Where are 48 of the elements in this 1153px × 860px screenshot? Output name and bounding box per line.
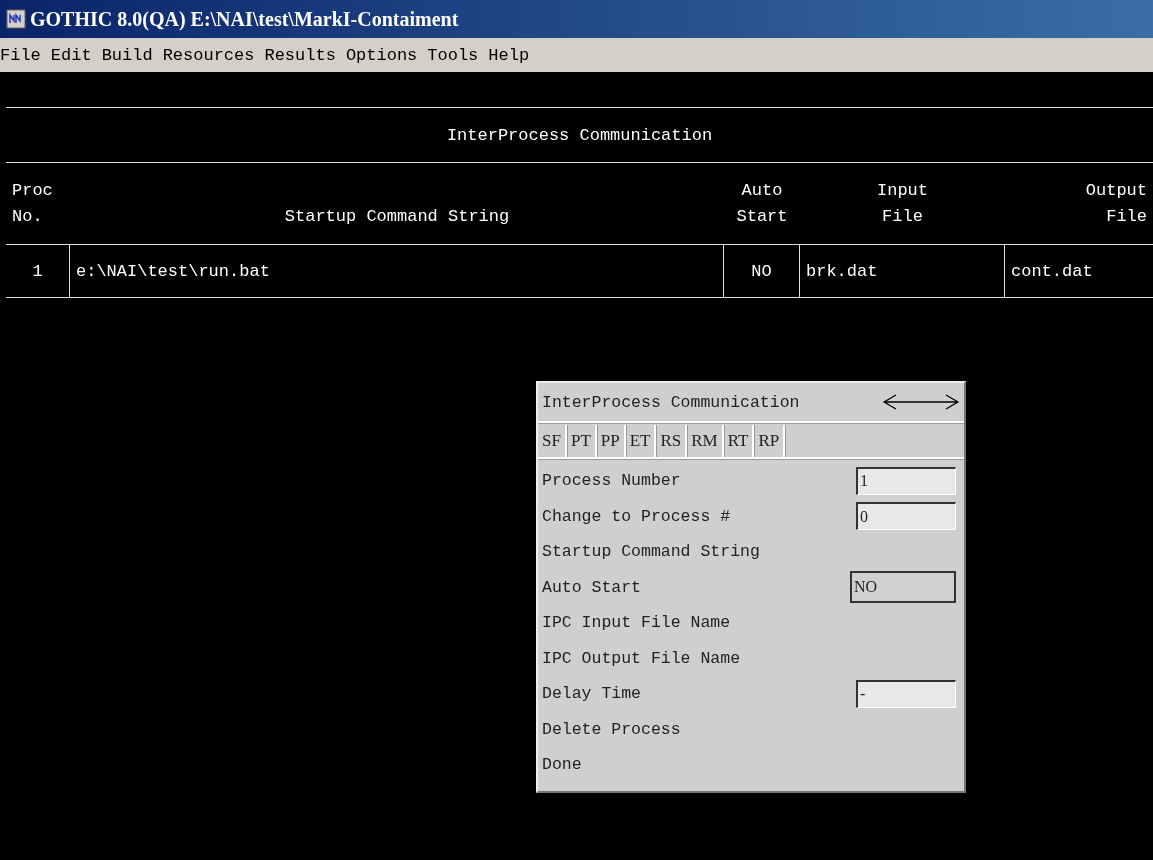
tab[interactable]: SF [538,425,567,457]
menu-item[interactable]: Edit [50,45,92,65]
tab[interactable]: RT [723,425,755,457]
dialog-title: InterProcess Communication [542,392,801,412]
table-cell: NO [751,261,772,281]
column-header: Auto [741,180,783,202]
tab[interactable]: RM [687,425,724,457]
menu-option[interactable]: IPC Input File Name [542,613,731,633]
window-title: GOTHIC 8.0(QA) E:\NAI\test\MarkI-Contaiment [30,7,459,31]
column-header: Startup Command String [284,206,510,228]
menu-option[interactable]: Done [542,755,582,775]
menu-item[interactable]: Help [488,45,530,65]
menu-option[interactable]: Auto Start [542,577,642,597]
menu-item[interactable]: Results [264,45,336,65]
tab[interactable]: PP [596,425,626,457]
tab[interactable]: ET [625,425,657,457]
menu-option[interactable]: Change to Process # [542,506,731,526]
menu-item[interactable]: File [0,45,41,65]
table-title: InterProcess Communication [446,125,713,145]
input-field[interactable]: - [856,679,956,708]
column-header: File [882,206,923,228]
app-icon [6,9,26,29]
menu-option[interactable]: Process Number [542,471,681,491]
column-header: Output [1085,180,1147,202]
column-header: Start [736,206,788,228]
tab[interactable]: PT [566,425,597,457]
table-cell: cont.dat [1011,261,1093,281]
column-header: Input [877,180,928,202]
table-cell: 1 [32,261,43,281]
menu-option[interactable]: IPC Output File Name [542,648,741,668]
tab[interactable]: RS [656,425,688,457]
menu-option[interactable]: Delete Process [542,719,681,739]
value-box[interactable]: NO [850,571,956,604]
menu-item[interactable]: Build [101,45,153,65]
tab[interactable]: RP [754,425,786,457]
double-arrow-icon[interactable] [882,392,960,412]
column-header: File [1106,206,1147,228]
column-header: Proc [12,180,53,202]
menu-item[interactable]: Options [345,45,418,65]
menu-item[interactable]: Resources [162,45,255,65]
menu-option[interactable]: Delay Time [542,684,642,704]
menu-item[interactable]: Tools [427,45,479,65]
input-field[interactable]: 0 [856,502,956,531]
table-cell: brk.dat [806,261,878,281]
column-header: No. [12,206,43,228]
table-cell: e:\NAI\test\run.bat [76,261,270,281]
menu-option[interactable]: Startup Command String [542,542,760,562]
input-field[interactable]: 1 [856,466,956,495]
